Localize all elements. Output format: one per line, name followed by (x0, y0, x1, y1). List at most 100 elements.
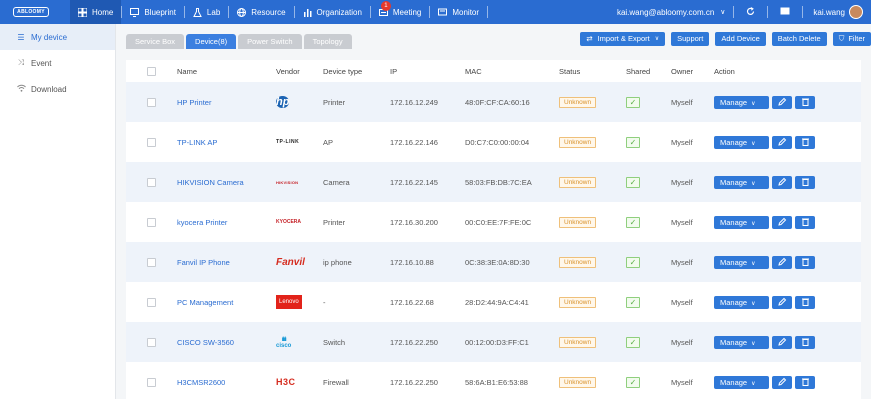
import-export-button[interactable]: ⇄ Import & Export ∨ (580, 32, 666, 46)
delete-button[interactable] (795, 255, 815, 269)
edit-button[interactable] (772, 295, 792, 309)
table-row[interactable]: HIKVISION Camera HIKVISION Camera 172.16.22… (126, 162, 861, 202)
delete-button[interactable] (795, 215, 815, 229)
device-name-link[interactable]: CISCO SW-3560 (177, 338, 234, 347)
tab-topology[interactable]: Topology (303, 34, 352, 49)
row-checkbox[interactable] (147, 97, 156, 107)
manage-dropdown-button[interactable]: Manage ∨ (714, 175, 769, 189)
device-name-link[interactable]: H3CMSR2600 (177, 378, 225, 387)
device-name-link[interactable]: HP Printer (177, 98, 211, 107)
edit-button[interactable] (772, 255, 792, 269)
row-checkbox[interactable] (147, 377, 156, 387)
edit-button[interactable] (772, 135, 792, 149)
owner-cell: Myself (671, 162, 714, 202)
manage-dropdown-button[interactable]: Manage ∨ (714, 255, 769, 269)
vendor-logo: ılıılı cisco (276, 336, 291, 350)
nav-organization[interactable]: Organization (295, 0, 370, 24)
shared-check-icon[interactable]: ✓ (626, 336, 640, 348)
edit-button[interactable] (772, 215, 792, 229)
support-button[interactable]: Support (671, 32, 710, 46)
mac-cell: 58:6A:B1:E6:53:88 (465, 377, 528, 387)
table-row[interactable]: kyocera Printer KYOCERA Printer 172.16.30.2… (126, 202, 861, 242)
fullscreen-icon[interactable] (768, 7, 802, 17)
app-logo[interactable]: ABLOOMY (6, 3, 56, 21)
tab-service-box[interactable]: Service Box (126, 34, 185, 49)
user-name[interactable]: kai.wang (803, 8, 845, 17)
nav-blueprint[interactable]: Blueprint (122, 0, 184, 24)
screen-icon (438, 8, 448, 17)
name-cell: CISCO SW-3560 (177, 322, 276, 362)
chevron-down-icon[interactable]: ∨ (720, 8, 725, 16)
nav-home[interactable]: Home (70, 0, 122, 24)
nav-meeting[interactable]: 1 Meeting (371, 0, 429, 24)
manage-dropdown-button[interactable]: Manage ∨ (714, 375, 769, 389)
main-content: Service Box Device(8) Power Switch Topol… (116, 24, 871, 399)
delete-button[interactable] (795, 375, 815, 389)
batch-delete-button[interactable]: Batch Delete (771, 32, 827, 46)
tab-device[interactable]: Device(8) (186, 34, 237, 49)
tab-power-switch[interactable]: Power Switch (238, 34, 302, 49)
row-checkbox[interactable] (147, 137, 156, 147)
shared-check-icon[interactable]: ✓ (626, 256, 640, 268)
row-checkbox[interactable] (147, 177, 156, 187)
sidebar-item-download[interactable]: Download (0, 76, 115, 102)
action-cell: Manage ∨ (714, 202, 861, 242)
row-checkbox[interactable] (147, 217, 156, 227)
select-all-checkbox[interactable] (147, 66, 156, 76)
manage-dropdown-button[interactable]: Manage ∨ (714, 335, 769, 349)
vendor-cell: HIKVISION (276, 162, 323, 202)
add-device-button[interactable]: Add Device (715, 32, 766, 46)
shared-check-icon[interactable]: ✓ (626, 176, 640, 188)
row-checkbox[interactable] (147, 337, 156, 347)
refresh-icon[interactable] (734, 6, 767, 18)
nav-resource[interactable]: Resource (229, 0, 293, 24)
nav-lab[interactable]: Lab (185, 0, 228, 24)
nav-monitor[interactable]: Monitor (430, 0, 487, 24)
edit-button[interactable] (772, 335, 792, 349)
device-name-link[interactable]: kyocera Printer (177, 218, 227, 227)
device-name-link[interactable]: PC Management (177, 298, 233, 307)
device-name-link[interactable]: TP-LINK AP (177, 138, 217, 147)
logo-text: ABLOOMY (13, 7, 49, 17)
shared-check-icon[interactable]: ✓ (626, 296, 640, 308)
swap-icon: ⇄ (586, 34, 593, 43)
shared-check-icon[interactable]: ✓ (626, 96, 640, 108)
sidebar-item-my-device[interactable]: ☰ My device (0, 24, 115, 50)
avatar[interactable] (849, 5, 863, 19)
table-row[interactable]: HP Printer hp Printer 172.16.12.249 48:0F:CF… (126, 82, 861, 122)
table-row[interactable]: H3CMSR2600 H3C Firewall 172.16.22.250 58:6A:… (126, 362, 861, 399)
delete-button[interactable] (795, 95, 815, 109)
table-row[interactable]: CISCO SW-3560 ılıılı cisco Switch 172.16.22.… (126, 322, 861, 362)
filter-button[interactable]: ⛉ Filter (832, 32, 871, 46)
shared-cell: ✓ (626, 82, 671, 122)
shared-check-icon[interactable]: ✓ (626, 216, 640, 228)
manage-dropdown-button[interactable]: Manage ∨ (714, 135, 769, 149)
table-row[interactable]: TP-LINK AP TP-LINK AP 172.16.22.146 D0:C7:C0… (126, 122, 861, 162)
user-email-dropdown[interactable]: kai.wang@abloomy.com.cn (607, 8, 720, 17)
table-row[interactable]: PC Management Lenovo - 172.16.22.68 28:D2:44… (126, 282, 861, 322)
manage-dropdown-button[interactable]: Manage ∨ (714, 295, 769, 309)
row-checkbox[interactable] (147, 257, 156, 267)
edit-button[interactable] (772, 175, 792, 189)
delete-button[interactable] (795, 135, 815, 149)
mac-cell: 0C:38:3E:0A:8D:30 (465, 242, 559, 282)
delete-button[interactable] (795, 295, 815, 309)
edit-icon (777, 177, 787, 188)
manage-dropdown-button[interactable]: Manage ∨ (714, 215, 769, 229)
edit-button[interactable] (772, 95, 792, 109)
chevron-down-icon: ∨ (751, 260, 756, 267)
status-cell: Unknown (559, 202, 626, 242)
delete-button[interactable] (795, 175, 815, 189)
device-name-link[interactable]: HIKVISION Camera (177, 178, 244, 187)
row-checkbox[interactable] (147, 297, 156, 307)
manage-dropdown-button[interactable]: Manage ∨ (714, 95, 769, 109)
edit-button[interactable] (772, 375, 792, 389)
device-name-link[interactable]: Fanvil IP Phone (177, 258, 230, 267)
table-row[interactable]: Fanvil IP Phone Fanvil ip phone 172.16.10.8… (126, 242, 861, 282)
delete-button[interactable] (795, 335, 815, 349)
sidebar-item-event[interactable]: ⤨ Event (0, 50, 115, 76)
shared-check-icon[interactable]: ✓ (626, 376, 640, 388)
status-badge: Unknown (559, 376, 597, 388)
shared-check-icon[interactable]: ✓ (626, 136, 640, 148)
vendor-logo-text: Lenovo (276, 295, 302, 309)
